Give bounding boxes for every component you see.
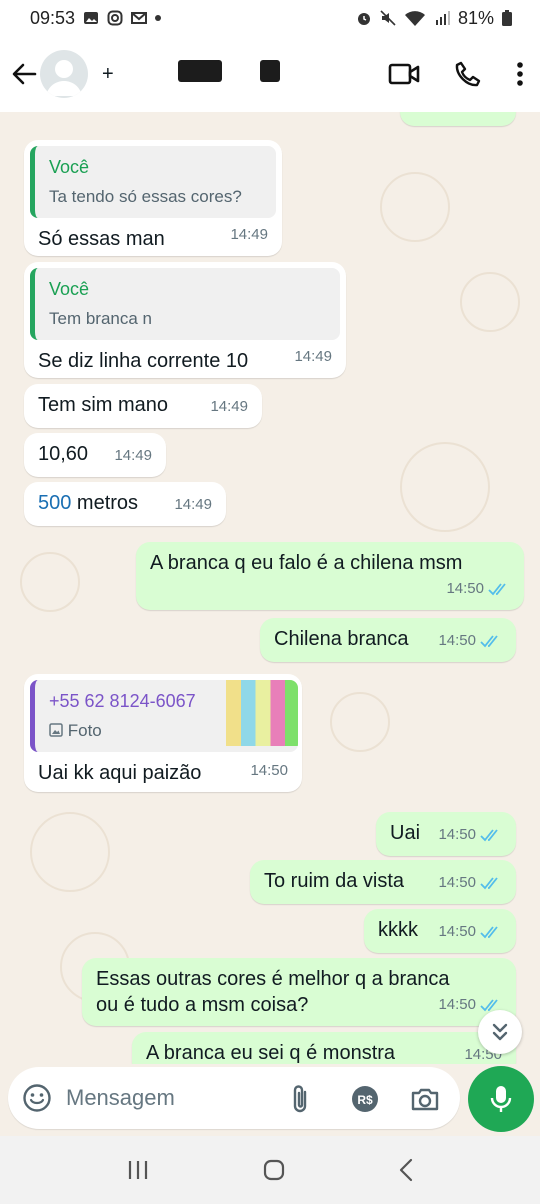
message-text: Se diz linha corrente 10 xyxy=(38,350,249,372)
read-ticks-icon xyxy=(480,635,498,648)
message-bubble-outgoing[interactable]: Essas outras cores é melhor q a branca o… xyxy=(82,958,516,1026)
message-text: A branca q eu falo é a chilena msm xyxy=(150,552,463,574)
scroll-to-bottom-button[interactable] xyxy=(478,1010,522,1054)
redacted-block xyxy=(260,60,280,82)
message-text: A branca eu sei q é monstra xyxy=(146,1042,396,1064)
recent-apps-icon[interactable] xyxy=(126,1159,150,1181)
alarm-icon xyxy=(357,13,370,25)
mute-icon xyxy=(380,10,396,26)
message-bubble-outgoing[interactable]: A branca q eu falo é a chilena msm 14:50 xyxy=(136,542,524,610)
wifi-icon xyxy=(404,11,425,26)
message-time: 14:50 xyxy=(438,822,502,848)
quoted-message[interactable]: +55 62 8124-6067 Foto xyxy=(30,680,298,752)
message-time: 14:49 xyxy=(230,226,268,243)
message-bubble-incoming[interactable]: 500 metros 14:49 xyxy=(24,482,226,526)
double-chevron-down-icon xyxy=(492,1023,508,1041)
camera-icon xyxy=(411,1088,439,1111)
message-bubble-outgoing[interactable]: To ruim da vista 14:50 xyxy=(250,860,516,904)
gallery-icon xyxy=(84,12,99,24)
wallpaper-doodle xyxy=(460,272,520,332)
wallpaper-doodle xyxy=(20,552,80,612)
quote-author: Você xyxy=(49,157,90,177)
voice-message-button[interactable] xyxy=(468,1066,534,1132)
wallpaper-doodle xyxy=(380,172,450,242)
quote-text: Tem branca n xyxy=(49,309,152,328)
message-time: 14:50 xyxy=(438,870,502,896)
quote-text: Ta tendo só essas cores? xyxy=(49,187,242,206)
back-nav-icon[interactable] xyxy=(398,1158,414,1182)
message-time: 14:49 xyxy=(294,348,332,365)
status-time: 09:53 xyxy=(30,7,76,28)
message-text: Essas outras cores é melhor q a branca o… xyxy=(96,968,450,1016)
quoted-message[interactable]: Você Tem branca n xyxy=(30,268,340,340)
message-input-pill: R$ xyxy=(8,1067,460,1129)
phone-call-icon[interactable] xyxy=(454,60,482,88)
system-navigation-bar xyxy=(0,1136,540,1204)
message-bubble-incoming[interactable]: Tem sim mano 14:49 xyxy=(24,384,262,428)
quote-author: +55 62 8124-6067 xyxy=(49,691,196,711)
message-bubble-incoming[interactable]: Você Ta tendo só essas cores? Só essas m… xyxy=(24,140,282,256)
gmail-icon xyxy=(131,12,148,24)
video-call-icon[interactable] xyxy=(388,62,420,86)
battery-percent: 81% xyxy=(457,7,494,28)
message-bubble-outgoing-partial[interactable] xyxy=(400,112,516,126)
message-bubble-outgoing[interactable]: kkkk 14:50 xyxy=(364,909,516,953)
notification-dot-icon xyxy=(155,15,162,21)
quote-text: Foto xyxy=(49,718,226,744)
status-bar: 09:53 81% xyxy=(0,0,540,36)
message-time: 14:49 xyxy=(174,496,212,513)
home-icon[interactable] xyxy=(262,1158,286,1182)
attach-button[interactable] xyxy=(286,1084,316,1114)
svg-text:R$: R$ xyxy=(357,1093,373,1107)
microphone-icon xyxy=(490,1086,512,1112)
message-bubble-incoming[interactable]: 10,60 14:49 xyxy=(24,433,166,477)
message-time: 14:50 xyxy=(250,762,288,779)
message-time: 14:50 xyxy=(438,628,502,654)
default-avatar-icon xyxy=(46,60,82,96)
wallpaper-doodle xyxy=(330,692,390,752)
message-bubble-incoming[interactable]: Você Tem branca n Se diz linha corrente … xyxy=(24,262,346,378)
brazilian-real-payment-icon: R$ xyxy=(352,1086,378,1112)
camera-button[interactable] xyxy=(410,1084,440,1114)
phone-number-link[interactable]: 500 xyxy=(38,492,71,514)
chat-area[interactable]: Você Ta tendo só essas cores? Só essas m… xyxy=(0,112,540,1064)
signal-icon xyxy=(435,11,450,25)
back-button[interactable] xyxy=(10,60,38,88)
battery-icon xyxy=(502,10,512,26)
message-time: 14:50 xyxy=(438,919,502,945)
message-time: 14:50 xyxy=(446,576,510,602)
arrow-left-icon xyxy=(12,63,37,85)
redacted-block xyxy=(178,60,222,82)
message-bubble-incoming[interactable]: +55 62 8124-6067 Foto Uai kk aqui paizão… xyxy=(24,674,302,792)
more-options-icon[interactable] xyxy=(516,61,524,87)
paperclip-icon xyxy=(293,1085,307,1113)
contact-avatar[interactable] xyxy=(40,50,88,98)
quoted-message[interactable]: Você Ta tendo só essas cores? xyxy=(30,146,276,218)
payment-button[interactable]: R$ xyxy=(350,1084,380,1114)
message-bubble-outgoing[interactable]: Chilena branca 14:50 xyxy=(260,618,516,662)
read-ticks-icon xyxy=(480,829,498,842)
photo-thumbnail[interactable] xyxy=(226,680,298,746)
message-time: 14:49 xyxy=(210,398,248,415)
message-bubble-outgoing[interactable]: Uai 14:50 xyxy=(376,812,516,856)
read-ticks-icon xyxy=(480,926,498,939)
message-input[interactable] xyxy=(66,1085,266,1111)
wallpaper-doodle xyxy=(30,812,110,892)
message-time: 14:49 xyxy=(114,447,152,464)
quote-author: Você xyxy=(49,279,90,299)
wallpaper-doodle xyxy=(400,442,490,532)
message-bubble-outgoing[interactable]: A branca eu sei q é monstra 14:50 xyxy=(132,1032,516,1064)
contact-name-prefix: + xyxy=(102,62,114,85)
emoji-icon[interactable] xyxy=(22,1083,52,1113)
instagram-icon xyxy=(107,10,123,26)
composer-bar: R$ xyxy=(0,1064,540,1136)
read-ticks-icon xyxy=(488,583,506,596)
read-ticks-icon xyxy=(480,877,498,890)
photo-icon xyxy=(49,723,63,737)
